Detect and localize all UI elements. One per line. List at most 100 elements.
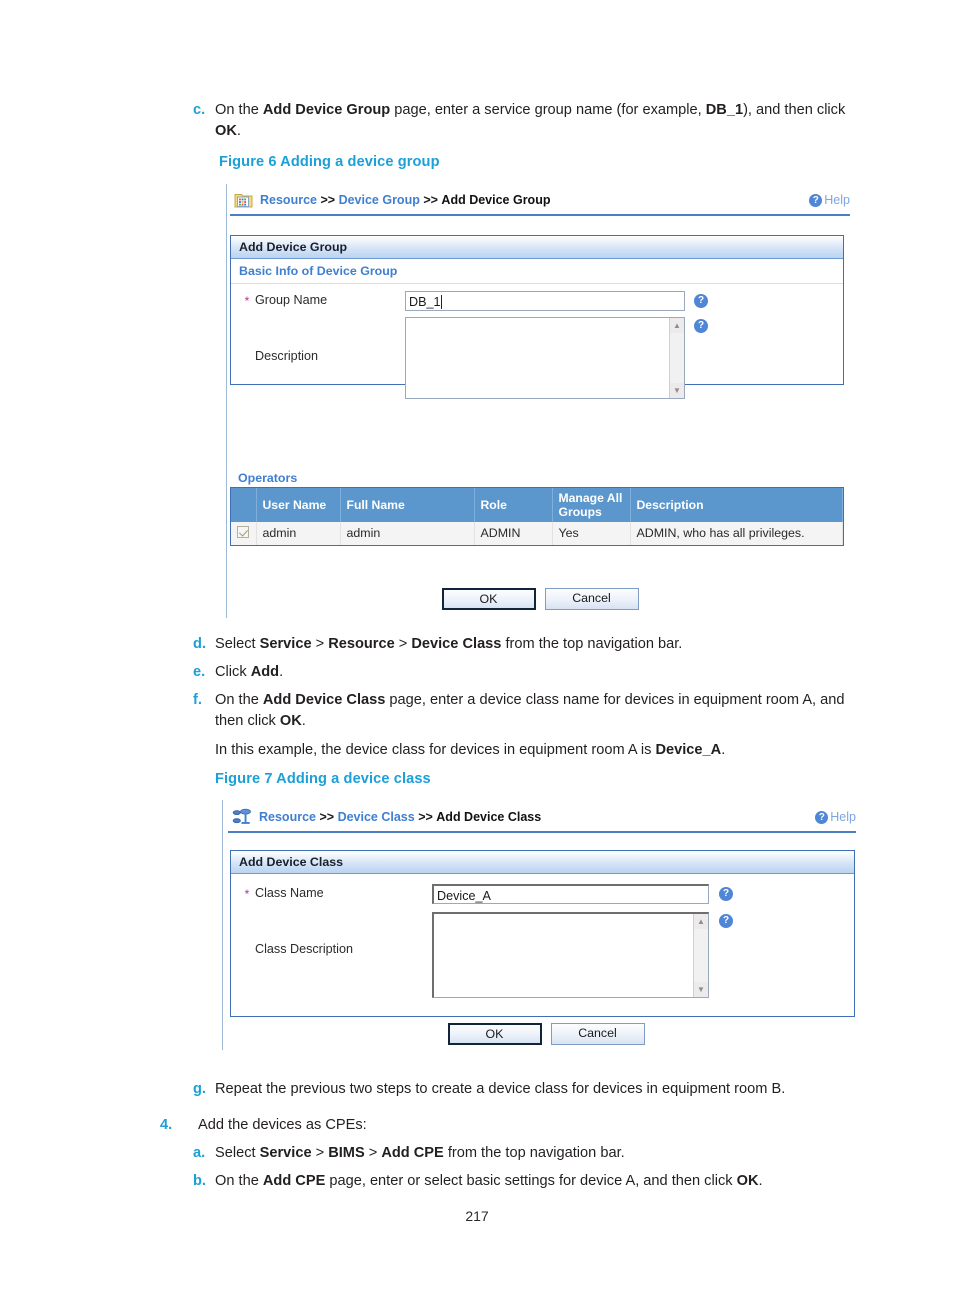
step-f-bold2: OK [279, 712, 302, 729]
figure-6-crumb-device-group[interactable]: Device Group [339, 193, 420, 207]
figure-6-panel-title: Add Device Group [231, 236, 843, 259]
step-4b-bold1: Add CPE [262, 1173, 326, 1189]
figure-7-cancel-button[interactable]: Cancel [550, 1023, 645, 1045]
col-manage-all-groups: Manage All Groups [552, 488, 631, 522]
class-description-label: Class Description [255, 942, 353, 956]
step-c-seg2: page, enter a service group name (for ex… [390, 102, 706, 118]
step-4b-bold2: OK [736, 1173, 759, 1189]
figure-7-crumb-sep2: >> [418, 810, 433, 824]
class-description-scrollbar[interactable]: ▲ ▼ [693, 914, 708, 997]
step-c: c. On the Add Device Group page, enter a… [193, 100, 863, 141]
scroll-up-icon[interactable]: ▲ [670, 318, 684, 333]
scroll-down-icon[interactable]: ▼ [694, 982, 708, 997]
step-d-seg3: > [394, 636, 412, 652]
class-description-row: Class Description ▲ ▼ ? [231, 904, 854, 998]
step-d: d. Select Service > Resource > Device Cl… [193, 634, 863, 655]
cell-user-name: admin [256, 522, 341, 545]
step-f-note: In this example, the device class for de… [215, 740, 875, 761]
figure-7-ok-button[interactable]: OK [447, 1023, 542, 1045]
group-name-row: * Group Name DB_1​ ? [231, 284, 843, 311]
step-e-text: Click Add. [215, 662, 863, 683]
operators-table: User Name Full Name Role Manage All Grou… [231, 488, 843, 545]
description-help-icon[interactable]: ? [694, 319, 708, 333]
required-star-icon: * [244, 294, 250, 308]
figure-6-crumb-current: Add Device Group [441, 193, 551, 207]
figure-6-left-rule [226, 184, 227, 618]
class-description-textarea[interactable]: ▲ ▼ [432, 912, 709, 998]
step-4b-marker: b. [193, 1173, 206, 1189]
figure-6-crumb-sep2: >> [423, 193, 438, 207]
step-d-bold2: Resource [328, 636, 395, 652]
col-role: Role [474, 488, 553, 522]
figure-7-caption: Figure 7 Adding a device class [215, 771, 431, 787]
col-full-name: Full Name [340, 488, 475, 522]
step-4a-seg2: > [311, 1145, 329, 1161]
page-number: 217 [465, 1208, 489, 1224]
description-label: Description [255, 349, 318, 363]
figure-6-ok-button[interactable]: OK [441, 588, 536, 610]
description-scrollbar[interactable]: ▲ ▼ [669, 318, 684, 398]
step-e: e. Click Add. [193, 662, 863, 683]
figure-7-crumb-device-class[interactable]: Device Class [338, 810, 415, 824]
step-f-note-seg2: . [721, 742, 726, 758]
step-4a-seg1: Select [215, 1145, 260, 1161]
figure-6-cancel-button[interactable]: Cancel [544, 588, 639, 610]
figure-7-breadcrumb-text: Resource >> Device Class >> Add Device C… [259, 810, 541, 824]
class-description-no-star [239, 912, 255, 929]
figure-7-help-link[interactable]: ? Help [815, 810, 856, 824]
step-4: 4. Add the devices as CPEs: [160, 1115, 860, 1136]
text-caret: ​ [440, 295, 442, 309]
step-4b: b. On the Add CPE page, enter or select … [193, 1171, 883, 1192]
description-row: Description ▲ ▼ ? [231, 311, 843, 399]
figure-6-button-row: OK Cancel [440, 588, 640, 610]
row-checkbox[interactable] [237, 526, 249, 538]
required-star-icon: * [244, 887, 250, 901]
scroll-up-icon[interactable]: ▲ [694, 914, 708, 929]
row-checkbox-cell[interactable] [231, 522, 257, 545]
group-name-help-icon[interactable]: ? [694, 294, 708, 308]
step-4b-text: On the Add CPE page, enter or select bas… [215, 1171, 883, 1192]
scroll-down-icon[interactable]: ▼ [670, 383, 684, 398]
group-name-value: DB_1 [409, 295, 441, 309]
step-4a-bold3: Add CPE [381, 1145, 444, 1161]
figure-7-crumb-current: Add Device Class [436, 810, 542, 824]
description-textarea[interactable]: ▲ ▼ [405, 317, 685, 399]
figure-7-screenshot: Resource >> Device Class >> Add Device C… [222, 800, 862, 1050]
class-name-label: Class Name [255, 886, 324, 900]
operators-table-wrapper: User Name Full Name Role Manage All Grou… [230, 487, 844, 546]
figure-6-help-link[interactable]: ? Help [809, 193, 850, 207]
class-name-input[interactable]: Device_A [432, 884, 709, 904]
figure-6-panel: Add Device Group Basic Info of Device Gr… [230, 235, 844, 399]
class-name-value: Device_A [437, 889, 491, 903]
step-c-seg1: On the [215, 102, 263, 118]
figure-6-crumb-sep1: >> [320, 193, 336, 207]
step-e-marker: e. [193, 664, 206, 680]
step-f-marker: f. [193, 692, 202, 708]
figure-6-caption: Figure 6 Adding a device group [219, 154, 440, 170]
help-icon: ? [815, 810, 829, 824]
step-d-text: Select Service > Resource > Device Class… [215, 634, 863, 655]
figure-7-crumb-resource[interactable]: Resource [259, 810, 316, 824]
step-4b-seg1: On the [215, 1173, 263, 1189]
figure-6-crumb-resource[interactable]: Resource [260, 193, 317, 207]
figure-7-breadcrumb: Resource >> Device Class >> Add Device C… [228, 803, 856, 831]
step-f-note-bold: Device_A [655, 742, 722, 758]
step-4a-seg3: > [364, 1145, 382, 1161]
figure-6-section-label: Basic Info of Device Group [231, 259, 843, 284]
step-4a-bold2: BIMS [328, 1145, 365, 1161]
step-c-bold1: Add Device Group [262, 102, 391, 118]
step-e-seg2: . [279, 664, 284, 680]
class-name-help-icon[interactable]: ? [719, 887, 733, 901]
figure-7-panel-title: Add Device Class [231, 851, 854, 874]
table-row[interactable]: admin admin ADMIN Yes ADMIN, who has all… [231, 522, 843, 545]
description-no-star [239, 317, 255, 334]
step-4b-seg3: . [758, 1173, 763, 1189]
step-c-bold3: OK [215, 122, 237, 139]
step-g-marker: g. [193, 1081, 206, 1097]
figure-7-help-label: Help [830, 810, 856, 824]
group-name-input[interactable]: DB_1​ [405, 291, 685, 311]
step-f-note-seg1: In this example, the device class for de… [215, 742, 656, 758]
figure-7-button-row: OK Cancel [446, 1023, 646, 1045]
cell-manage-all-groups: Yes [552, 522, 631, 545]
class-description-help-icon[interactable]: ? [719, 914, 733, 928]
